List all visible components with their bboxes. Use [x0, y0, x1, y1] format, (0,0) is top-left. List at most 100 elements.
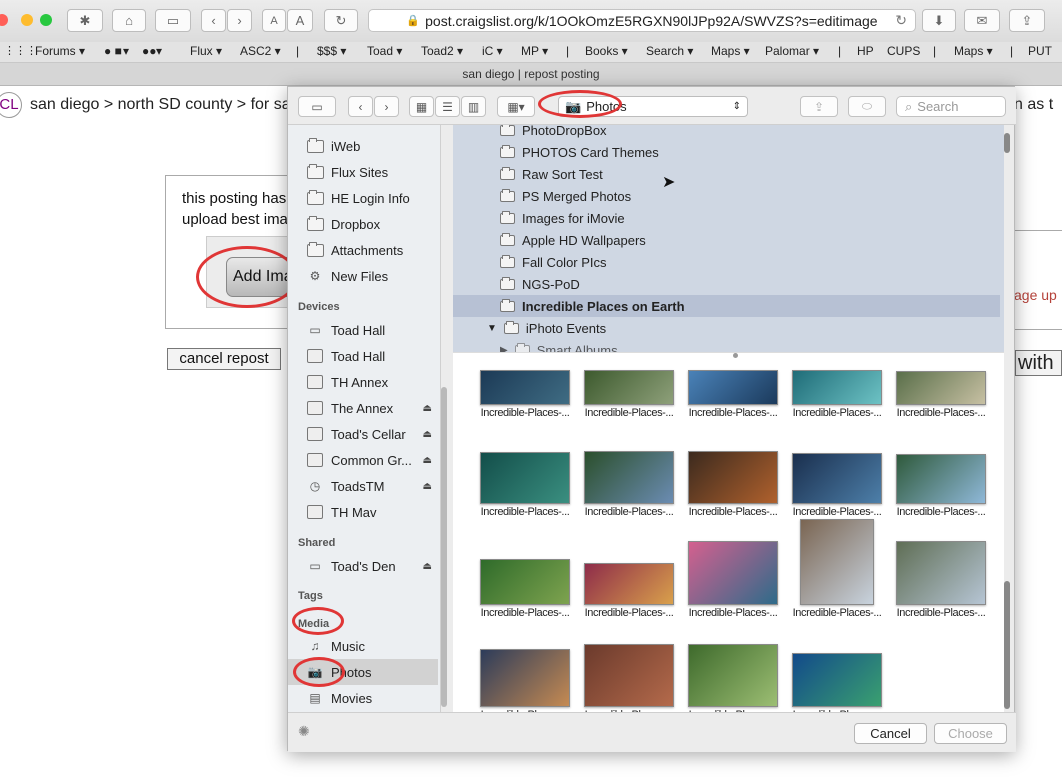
- photo-thumbnail[interactable]: Incredible-Places-...: [681, 451, 785, 518]
- grid-icon[interactable]: ⋮⋮⋮: [4, 44, 37, 57]
- image-upload-link[interactable]: age up: [1014, 287, 1057, 303]
- minimize-window-button[interactable]: [21, 14, 33, 26]
- bookmark-cups[interactable]: CUPS: [887, 44, 920, 58]
- photo-thumbnail[interactable]: Incredible-Places-...: [473, 452, 577, 518]
- list-item[interactable]: Raw Sort Test: [453, 163, 1000, 185]
- bookmark-search[interactable]: Search ▾: [646, 44, 693, 58]
- disclosure-triangle-icon[interactable]: ▼: [487, 323, 497, 334]
- sidebar-item-movies[interactable]: ▤ Movies: [288, 685, 438, 711]
- photo-thumbnail[interactable]: Incredible-Places-...: [577, 370, 681, 419]
- bookmark-mp[interactable]: MP ▾: [521, 44, 548, 58]
- choose-button[interactable]: Choose: [934, 723, 1007, 744]
- split-divider[interactable]: [453, 352, 1004, 361]
- bookmark-forums[interactable]: Forums ▾: [35, 44, 85, 58]
- bookmark-ic[interactable]: iC ▾: [482, 44, 503, 58]
- sidebar-item-iweb[interactable]: iWeb: [288, 133, 438, 159]
- font-larger-button[interactable]: A: [287, 9, 313, 32]
- bookmark-toad[interactable]: Toad ▾: [367, 44, 402, 58]
- column-view-icon[interactable]: ▥: [461, 96, 486, 117]
- eject-icon[interactable]: ⏏: [423, 429, 432, 440]
- list-item-iphoto-events[interactable]: ▼ iPhoto Events: [453, 317, 1000, 339]
- sidebar-item-common-gr[interactable]: Common Gr... ⏏: [288, 447, 438, 473]
- sidebar-item-the-annex[interactable]: The Annex ⏏: [288, 395, 438, 421]
- close-window-button[interactable]: [0, 14, 8, 26]
- photo-thumbnail[interactable]: Incredible-Places-...: [785, 370, 889, 419]
- photo-thumbnail[interactable]: Incredible-Places-...: [681, 644, 785, 712]
- list-scrollbar[interactable]: [1004, 133, 1010, 153]
- sidebar-item-toads-den[interactable]: ▭ Toad's Den ⏏: [288, 553, 438, 579]
- forward-icon[interactable]: ›: [227, 9, 252, 32]
- zoom-window-button[interactable]: [40, 14, 52, 26]
- photo-thumbnail[interactable]: Incredible-Places-...: [577, 563, 681, 619]
- list-item[interactable]: PHOTOS Card Themes: [453, 141, 1000, 163]
- photo-thumbnail[interactable]: Incredible-Places-...: [681, 541, 785, 619]
- eject-icon[interactable]: ⏏: [423, 403, 432, 414]
- sidebar-item-toads-cellar[interactable]: Toad's Cellar ⏏: [288, 421, 438, 447]
- photo-thumbnail[interactable]: Incredible-Places-...: [889, 541, 993, 619]
- photo-thumbnail[interactable]: Incredible-Places-...: [473, 559, 577, 619]
- sidebar-item-toad-hall-disk[interactable]: Toad Hall: [288, 343, 438, 369]
- back-icon[interactable]: ‹: [348, 96, 373, 117]
- sidebar-item-th-annex[interactable]: TH Annex: [288, 369, 438, 395]
- cancel-repost-button[interactable]: cancel repost: [167, 348, 281, 370]
- photo-thumbnail[interactable]: Incredible-Places-...: [473, 649, 577, 712]
- grid-scrollbar[interactable]: [1004, 581, 1010, 709]
- reload-icon[interactable]: ↻: [324, 9, 358, 32]
- list-item[interactable]: ▶ Smart Albums: [453, 339, 1000, 352]
- bookmark-apple-1-menu[interactable]: ▾: [123, 44, 129, 58]
- list-view-icon[interactable]: ☰: [435, 96, 460, 117]
- sidebar-item-new-files[interactable]: ⚙ New Files: [288, 263, 438, 289]
- forward-icon[interactable]: ›: [374, 96, 399, 117]
- craigslist-logo[interactable]: CL: [0, 92, 22, 118]
- list-item[interactable]: Apple HD Wallpapers: [453, 229, 1000, 251]
- photo-thumbnail[interactable]: Incredible-Places-...: [889, 454, 993, 518]
- share-icon[interactable]: ⇪: [800, 96, 838, 117]
- photo-thumbnail[interactable]: Incredible-Places-...: [473, 370, 577, 419]
- eject-icon[interactable]: ⏏: [423, 561, 432, 572]
- share-icon[interactable]: ⇪: [1009, 9, 1045, 32]
- list-item[interactable]: PhotoDropBox: [453, 125, 1000, 141]
- photo-thumbnail[interactable]: Incredible-Places-...: [785, 653, 889, 712]
- bookmark-asc2[interactable]: ASC2 ▾: [240, 44, 281, 58]
- tag-icon[interactable]: ⬭: [848, 96, 886, 117]
- list-item-selected[interactable]: Incredible Places on Earth: [453, 295, 1000, 317]
- sidebar-item-flux-sites[interactable]: Flux Sites: [288, 159, 438, 185]
- bookmark-flux[interactable]: Flux ▾: [190, 44, 222, 58]
- font-smaller-button[interactable]: A: [262, 9, 286, 32]
- eject-icon[interactable]: ⏏: [423, 455, 432, 466]
- photo-thumbnail[interactable]: Incredible-Places-...: [577, 644, 681, 712]
- disclosure-triangle-icon[interactable]: ▶: [500, 345, 508, 353]
- sidebar-item-attachments[interactable]: Attachments: [288, 237, 438, 263]
- bookmark-maps[interactable]: Maps ▾: [711, 44, 750, 58]
- home-icon[interactable]: ⌂: [112, 9, 146, 32]
- mail-icon[interactable]: ✉: [964, 9, 1000, 32]
- photo-thumbnail[interactable]: Incredible-Places-...: [681, 370, 785, 419]
- bookmark-toad2[interactable]: Toad2 ▾: [421, 44, 463, 58]
- arrange-icon[interactable]: ▦▾: [497, 96, 535, 117]
- photo-thumbnail[interactable]: Incredible-Places-...: [577, 451, 681, 518]
- bookmark-maps-2[interactable]: Maps ▾: [954, 44, 993, 58]
- right-button[interactable]: with: [1015, 350, 1062, 376]
- bookmark-hp[interactable]: HP: [857, 44, 874, 58]
- breadcrumb[interactable]: san diego > north SD county > for sa: [30, 96, 291, 114]
- sidebar-item-th-mav[interactable]: TH Mav: [288, 499, 438, 525]
- list-item[interactable]: Images for iMovie: [453, 207, 1000, 229]
- list-item[interactable]: PS Merged Photos: [453, 185, 1000, 207]
- list-item[interactable]: Fall Color PIcs: [453, 251, 1000, 273]
- reload-small-icon[interactable]: ↻: [895, 12, 907, 29]
- back-icon[interactable]: ‹: [201, 9, 226, 32]
- sidebar-item-music[interactable]: ♫ Music: [288, 633, 438, 659]
- sidebar-scrollbar[interactable]: [441, 387, 447, 707]
- address-bar[interactable]: 🔒 post.craigslist.org/k/1OOkOmzE5RGXN90l…: [368, 9, 916, 32]
- search-field[interactable]: ⌕ Search: [896, 96, 1006, 117]
- sidebar-item-toad-hall[interactable]: ▭ Toad Hall: [288, 317, 438, 343]
- sidebar-item-toadstm[interactable]: ◷ ToadsTM ⏏: [288, 473, 438, 499]
- eject-icon[interactable]: ⏏: [423, 481, 432, 492]
- sidebar-item-he-login[interactable]: HE Login Info: [288, 185, 438, 211]
- download-icon[interactable]: ⬇: [922, 9, 956, 32]
- icon-view-icon[interactable]: ▦: [409, 96, 434, 117]
- bookmark-apple-1[interactable]: ● ■: [104, 44, 122, 58]
- bookmark-apple-2[interactable]: ●●: [142, 44, 157, 58]
- bookmark-books[interactable]: Books ▾: [585, 44, 628, 58]
- photo-thumbnail[interactable]: Incredible-Places-...: [785, 453, 889, 518]
